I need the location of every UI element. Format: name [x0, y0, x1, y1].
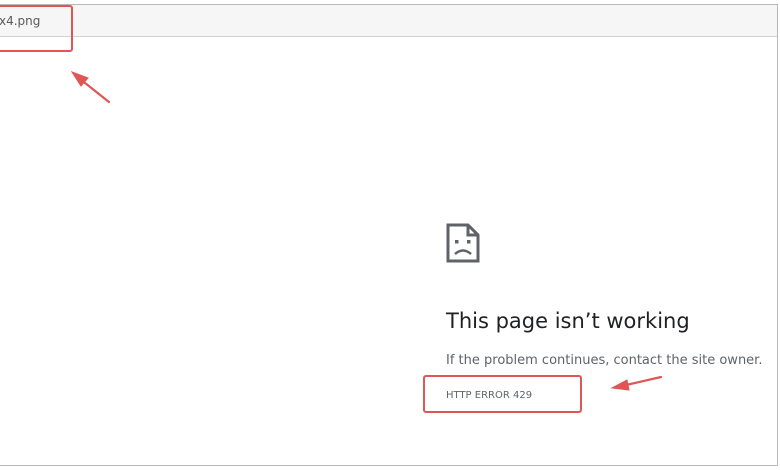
- address-bar[interactable]: x4.png: [0, 5, 777, 37]
- annotation-box-error-code: [423, 375, 582, 413]
- sad-page-icon: [446, 223, 480, 263]
- error-title: This page isn’t working: [446, 309, 690, 333]
- browser-window: [0, 4, 778, 466]
- error-message: If the problem continues, contact the si…: [446, 353, 763, 368]
- annotation-box-url: [0, 5, 73, 52]
